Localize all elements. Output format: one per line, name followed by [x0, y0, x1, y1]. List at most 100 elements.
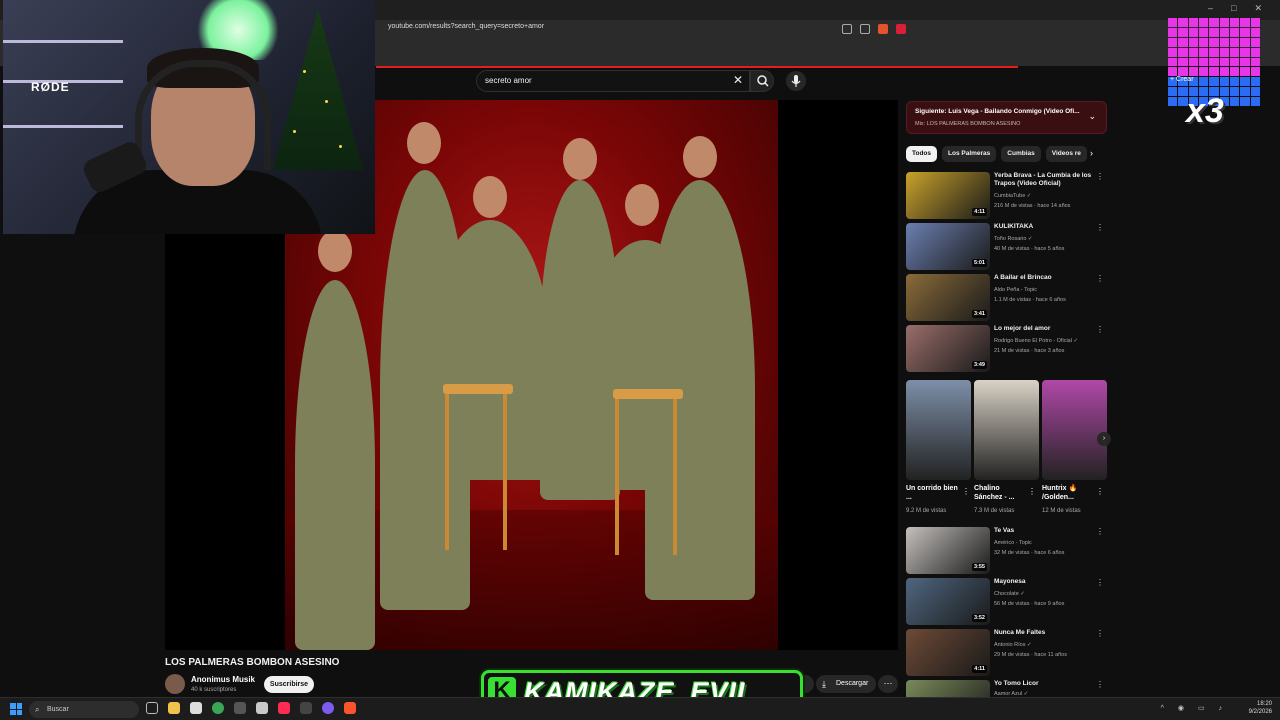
chrome-icon[interactable]: [212, 702, 224, 714]
deck-key: [1240, 87, 1250, 97]
share-icon[interactable]: [860, 24, 870, 34]
kebab-menu-icon[interactable]: ⋮: [1096, 680, 1104, 689]
channel-name[interactable]: Anonimus Musik: [191, 675, 255, 684]
maximize-button[interactable]: □: [1231, 3, 1236, 14]
clear-search-icon[interactable]: ✕: [733, 73, 743, 87]
video-thumbnail[interactable]: 4:11: [906, 629, 990, 676]
rec-channel[interactable]: Chocolate ✓: [994, 591, 1025, 597]
short-thumbnail[interactable]: [906, 380, 971, 480]
deck-key: [1198, 47, 1209, 57]
mix-playlist-card[interactable]: Siguiente: Luis Vega - Bailando Conmigo …: [906, 101, 1107, 134]
kebab-menu-icon[interactable]: ⋮: [962, 487, 970, 496]
list-item[interactable]: 3:41 A Bailar el Brincao Aldo Peña - Top…: [906, 274, 1106, 322]
deck-key: [1229, 27, 1240, 37]
taskbar-search[interactable]: ⌕ Buscar: [29, 701, 139, 718]
deck-key: [1219, 47, 1229, 57]
chevron-down-icon[interactable]: ⌄: [1088, 111, 1096, 122]
clock[interactable]: 18:20 9/2/2026: [1249, 700, 1272, 716]
list-item[interactable]: Yo Tomo Licor Aamor Azul ✓ ⋮: [906, 680, 1106, 697]
search-input[interactable]: secreto amor ✕: [476, 70, 750, 92]
rec-channel[interactable]: Aldo Peña - Topic: [994, 287, 1037, 293]
kebab-menu-icon[interactable]: ⋮: [1096, 578, 1104, 587]
search-query[interactable]: secreto amor: [485, 76, 532, 85]
rec-title[interactable]: Nunca Me Faltes: [994, 629, 1094, 637]
list-item[interactable]: 3:52 Mayonesa Chocolate ✓ 56 M de vistas…: [906, 578, 1106, 626]
start-button[interactable]: [10, 703, 22, 715]
short-title[interactable]: Un corrido bien ...: [906, 484, 958, 502]
kebab-menu-icon[interactable]: ⋮: [1096, 223, 1104, 232]
video-thumbnail[interactable]: [906, 680, 990, 697]
video-thumbnail[interactable]: 3:52: [906, 578, 990, 625]
chip-cumbias[interactable]: Cumbias: [1001, 146, 1041, 162]
rec-title[interactable]: Te Vas: [994, 527, 1094, 535]
rec-title[interactable]: Yerba Brava - La Cumbia de los Trapos (V…: [994, 172, 1094, 188]
url-text[interactable]: youtube.com/results?search_query=secreto…: [388, 23, 544, 30]
system-tray-icons[interactable]: ^ ◉ ▭ ♪: [1161, 704, 1228, 712]
rec-title[interactable]: KULIKITAKA: [994, 223, 1094, 231]
chip-los-palmeras[interactable]: Los Palmeras: [942, 146, 997, 162]
download-button[interactable]: ⤓ Descargar: [816, 675, 876, 693]
rec-channel[interactable]: CumbiaTube ✓: [994, 193, 1031, 199]
more-actions-button[interactable]: ⋯: [878, 675, 898, 693]
app-icon[interactable]: [234, 702, 246, 714]
brave-icon[interactable]: [344, 702, 356, 714]
chip-todos[interactable]: Todos: [906, 146, 938, 162]
rec-channel[interactable]: Toño Rosario ✓: [994, 236, 1033, 242]
rec-channel[interactable]: Rodrigo Bueno El Potro - Oficial ✓: [994, 338, 1078, 344]
shorts-next-button[interactable]: ›: [1097, 432, 1111, 446]
video-thumbnail[interactable]: 3:55: [906, 527, 990, 574]
rec-title[interactable]: Mayonesa: [994, 578, 1094, 586]
app-icon[interactable]: [300, 702, 312, 714]
task-view-icon[interactable]: [146, 702, 158, 714]
list-item[interactable]: 3:49 Lo mejor del amor Rodrigo Bueno El …: [906, 325, 1106, 373]
channel-avatar[interactable]: [165, 674, 185, 694]
short-title[interactable]: Huntrix 🔥 /Golden...: [1042, 484, 1094, 502]
rec-title[interactable]: Yo Tomo Licor: [994, 680, 1094, 688]
close-window-button[interactable]: ✕: [1254, 3, 1262, 14]
deck-key: [1219, 77, 1229, 87]
stool: [613, 389, 683, 555]
subscribe-button[interactable]: Suscribirse: [264, 676, 314, 693]
short-thumbnail[interactable]: [974, 380, 1039, 480]
shelf: [3, 40, 123, 43]
kebab-menu-icon[interactable]: ⋮: [1096, 487, 1104, 496]
file-explorer-icon[interactable]: [168, 702, 180, 714]
rec-channel[interactable]: Américo - Topic: [994, 540, 1032, 546]
brave-rewards-icon[interactable]: [896, 24, 906, 34]
voice-search-button[interactable]: [786, 71, 806, 91]
short-title[interactable]: Chalino Sánchez - ...: [974, 484, 1026, 502]
band-member-head: [625, 184, 659, 226]
app-icon[interactable]: [256, 702, 268, 714]
deck-key: [1250, 97, 1260, 106]
video-thumbnail[interactable]: 5:01: [906, 223, 990, 270]
list-item[interactable]: 4:11 Yerba Brava - La Cumbia de los Trap…: [906, 172, 1106, 220]
tiktok-icon[interactable]: [278, 702, 290, 714]
obs-icon[interactable]: [322, 702, 334, 714]
download-label: Descargar: [836, 680, 869, 687]
short-thumbnail[interactable]: [1042, 380, 1107, 480]
search-button[interactable]: [750, 70, 774, 92]
minimize-button[interactable]: –: [1208, 3, 1213, 14]
list-item[interactable]: 5:01 KULIKITAKA Toño Rosario ✓ 40 M de v…: [906, 223, 1106, 271]
kebab-menu-icon[interactable]: ⋮: [1096, 629, 1104, 638]
chip-videos[interactable]: Videos re: [1045, 146, 1087, 162]
chips-next-icon[interactable]: ›: [1090, 148, 1093, 158]
reader-icon[interactable]: [842, 24, 852, 34]
video-thumbnail[interactable]: 3:41: [906, 274, 990, 321]
kebab-menu-icon[interactable]: ⋮: [1028, 487, 1036, 496]
create-button[interactable]: + Crear: [1170, 76, 1194, 83]
kebab-menu-icon[interactable]: ⋮: [1096, 527, 1104, 536]
brave-shield-icon[interactable]: [878, 24, 888, 34]
list-item[interactable]: 4:11 Nunca Me Faltes Antonio Ríos ✓ 29 M…: [906, 629, 1106, 677]
kebab-menu-icon[interactable]: ⋮: [1096, 325, 1104, 334]
video-thumbnail[interactable]: 3:49: [906, 325, 990, 372]
rec-channel[interactable]: Antonio Ríos ✓: [994, 642, 1032, 648]
kebab-menu-icon[interactable]: ⋮: [1096, 172, 1104, 181]
kebab-menu-icon[interactable]: ⋮: [1096, 274, 1104, 283]
list-item[interactable]: 3:55 Te Vas Américo - Topic 32 M de vist…: [906, 527, 1106, 575]
store-icon[interactable]: [190, 702, 202, 714]
rec-title[interactable]: Lo mejor del amor: [994, 325, 1094, 333]
rec-title[interactable]: A Bailar el Brincao: [994, 274, 1094, 282]
video-thumbnail[interactable]: 4:11: [906, 172, 990, 219]
deck-key: [1229, 47, 1240, 57]
